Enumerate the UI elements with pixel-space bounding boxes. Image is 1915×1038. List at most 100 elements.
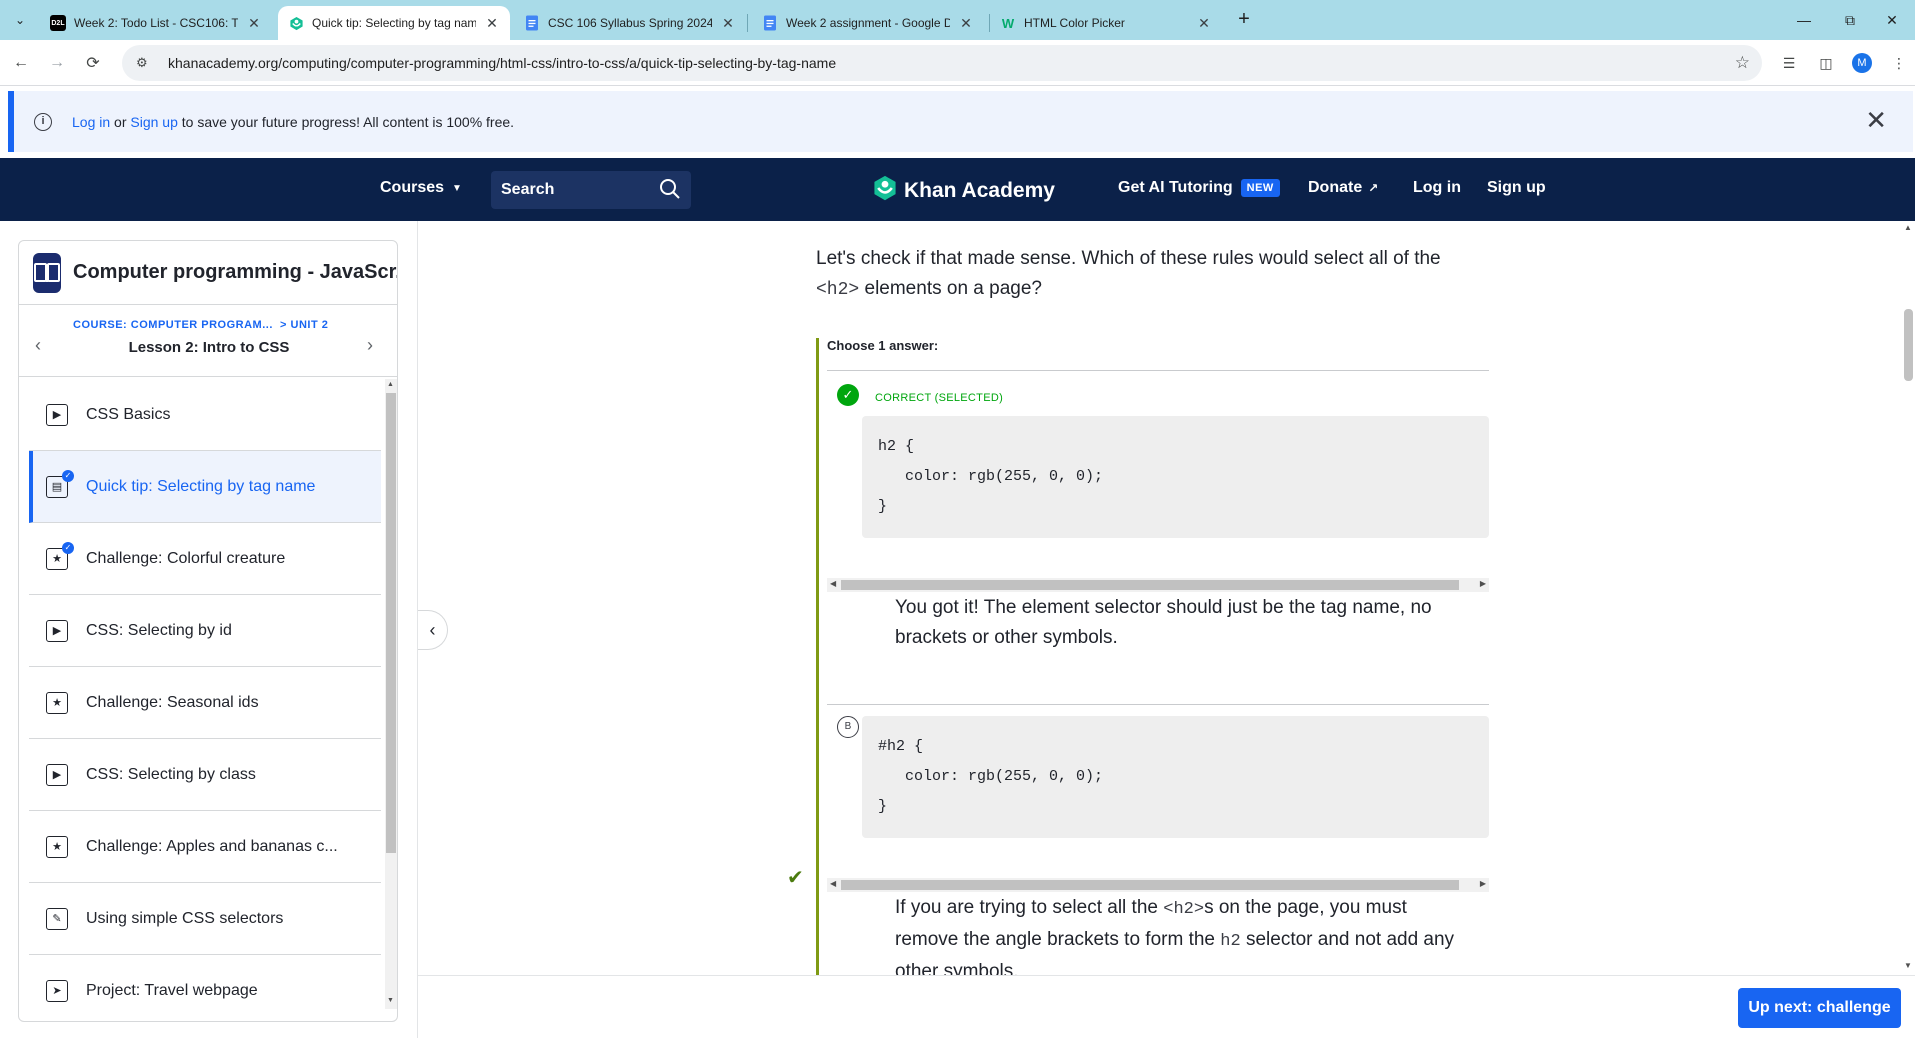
donate-link[interactable]: Donate ↗ [1308,179,1378,197]
browser-tab-week2-assignment[interactable]: Week 2 assignment - Google Do ✕ [752,6,984,40]
back-arrow-icon[interactable]: ← [8,50,34,76]
courses-menu-button[interactable]: Courses ▼ [380,179,462,197]
site-header: Courses ▼ Search Khan Academy Get AI Tut… [0,158,1915,221]
sidebar-item-selecting-by-id[interactable]: ▶ CSS: Selecting by id [29,595,381,667]
chevron-down-icon: ⌄ [14,13,26,27]
choice-b-letter[interactable]: B [837,716,859,738]
tab-search-button[interactable]: ⌄ [8,8,32,32]
scroll-down-icon[interactable]: ▼ [1904,961,1912,970]
question-prompt: Let's check if that made sense. Which of… [816,244,1476,305]
close-banner-icon[interactable]: ✕ [1865,107,1887,133]
scroll-up-icon[interactable]: ▲ [387,381,394,388]
site-settings-icon[interactable]: ⚙ [136,55,154,71]
bookmark-star-icon[interactable]: ☆ [1735,53,1750,73]
login-link[interactable]: Log in [1413,179,1461,197]
up-next-challenge-button[interactable]: Up next: challenge [1738,988,1901,1028]
banner-signup-link[interactable]: Sign up [130,114,177,130]
divider [827,704,1489,705]
page-scroll-thumb[interactable] [1904,309,1913,381]
banner-login-link[interactable]: Log in [72,114,110,130]
new-tab-button[interactable]: + [1232,8,1256,32]
chevron-left-icon: ‹ [429,619,436,640]
sidebar-item-css-basics[interactable]: ▶ CSS Basics [29,379,381,451]
sidebar-scrollbar[interactable]: ▲ ▼ [385,379,397,1009]
close-window-icon[interactable]: ✕ [1869,4,1915,36]
play-icon: ▶ [46,619,68,642]
search-placeholder: Search [501,181,555,198]
scroll-right-icon[interactable]: ▶ [1480,579,1486,588]
question-code: <h2> [816,280,860,300]
divider [827,370,1489,371]
ka-leaf-icon [872,174,904,208]
choice-a-code[interactable]: h2 { color: rgb(255, 0, 0); } [862,416,1489,538]
reload-icon[interactable]: ⟳ [80,50,106,76]
sidebar-item-colorful-creature[interactable]: ★ ✓ Challenge: Colorful creature [29,523,381,595]
courses-label: Courses [380,179,445,196]
close-tab-icon[interactable]: ✕ [720,15,736,32]
next-lesson-chevron-icon[interactable]: › [367,335,373,356]
browser-tab-color-picker[interactable]: W HTML Color Picker ✕ [990,6,1222,40]
sidebar-item-travel-webpage[interactable]: ➤ Project: Travel webpage [29,955,381,1019]
sidebar-item-selecting-by-class[interactable]: ▶ CSS: Selecting by class [29,739,381,811]
breadcrumb-course-link[interactable]: COURSE: COMPUTER PROGRAM... [73,319,273,331]
course-sidebar: Computer programming - JavaScr... ‹ COUR… [18,240,398,1022]
profile-avatar[interactable]: M [1852,53,1872,73]
browser-tab-todo-list[interactable]: D2L Week 2: Todo List - CSC106: The ✕ [40,6,272,40]
answer-choices: Choose 1 answer: ✓ CORRECT (SELECTED) h2… [816,338,1489,978]
sidebar-course-header[interactable]: Computer programming - JavaScr... [19,241,397,305]
forward-arrow-icon[interactable]: → [44,50,70,76]
browser-tab-syllabus[interactable]: CSC 106 Syllabus Spring 2024 - ✕ [514,6,746,40]
lesson-title: Lesson 2: Intro to CSS [128,339,290,356]
sidebar-item-quick-tip[interactable]: ▤ ✓ Quick tip: Selecting by tag name [29,451,381,523]
scroll-thumb[interactable] [841,580,1459,590]
star-icon: ★ [46,691,68,714]
choice-a-rationale: You got it! The element selector should … [895,597,1432,648]
lesson-footer: Up next: challenge [418,975,1915,1038]
choice-b-code[interactable]: #h2 { color: rgb(255, 0, 0); } [862,716,1489,838]
close-tab-icon[interactable]: ✕ [958,15,974,32]
scroll-left-icon[interactable]: ◀ [830,879,836,888]
close-tab-icon[interactable]: ✕ [1196,15,1212,32]
scroll-thumb[interactable] [841,880,1459,890]
khan-academy-logo[interactable]: Khan Academy [872,174,1055,208]
correct-selected-label: CORRECT (SELECTED) [875,392,1004,404]
question-text: Let's check if that made sense. Which of… [816,248,1441,269]
close-tab-icon[interactable]: ✕ [246,15,262,32]
collapse-sidebar-button[interactable]: ‹ [418,610,448,650]
brand-name: Khan Academy [904,179,1055,202]
pencil-icon: ✎ [46,907,68,930]
ai-tutoring-link[interactable]: Get AI Tutoring NEW [1118,179,1280,197]
address-bar[interactable]: ⚙ khanacademy.org/computing/computer-pro… [122,45,1762,81]
answered-check-icon: ✔ [787,867,804,889]
choice-b-horizontal-scrollbar[interactable]: ◀ ▶ [827,878,1489,892]
star-icon: ★ ✓ [46,541,74,570]
breadcrumb-unit-link[interactable]: > UNIT 2 [280,319,328,331]
signup-link[interactable]: Sign up [1487,179,1546,197]
scroll-up-icon[interactable]: ▲ [1904,223,1912,232]
side-panel-icon[interactable]: ◫ [1815,52,1837,74]
search-input[interactable]: Search [491,171,691,209]
scroll-down-icon[interactable]: ▼ [387,997,394,1004]
donate-label: Donate [1308,179,1363,196]
banner-or-text: or [110,113,131,130]
sidebar-item-apples-bananas[interactable]: ★ Challenge: Apples and bananas c... [29,811,381,883]
sidebar-item-simple-selectors[interactable]: ✎ Using simple CSS selectors [29,883,381,955]
docs-icon [524,15,540,31]
choice-a-horizontal-scrollbar[interactable]: ◀ ▶ [827,578,1489,592]
scroll-right-icon[interactable]: ▶ [1480,879,1486,888]
sidebar-scroll-thumb[interactable] [386,393,396,853]
browser-tab-quick-tip[interactable]: Quick tip: Selecting by tag nam ✕ [278,6,510,40]
search-icon[interactable] [659,178,681,205]
tab-separator [747,14,748,32]
page-scrollbar[interactable]: ▲ ▼ [1901,221,1915,975]
sidebar-item-label: Challenge: Apples and bananas c... [86,837,338,855]
restore-icon[interactable]: ⧉ [1827,4,1873,36]
media-controls-icon[interactable]: ☰ [1778,52,1800,74]
close-tab-icon[interactable]: ✕ [484,15,500,32]
sidebar-item-label: Quick tip: Selecting by tag name [86,477,316,495]
scroll-left-icon[interactable]: ◀ [830,579,836,588]
caret-down-icon: ▼ [452,182,462,194]
sidebar-item-seasonal-ids[interactable]: ★ Challenge: Seasonal ids [29,667,381,739]
minimize-icon[interactable]: — [1781,4,1827,36]
browser-menu-icon[interactable]: ⋮ [1888,52,1910,74]
